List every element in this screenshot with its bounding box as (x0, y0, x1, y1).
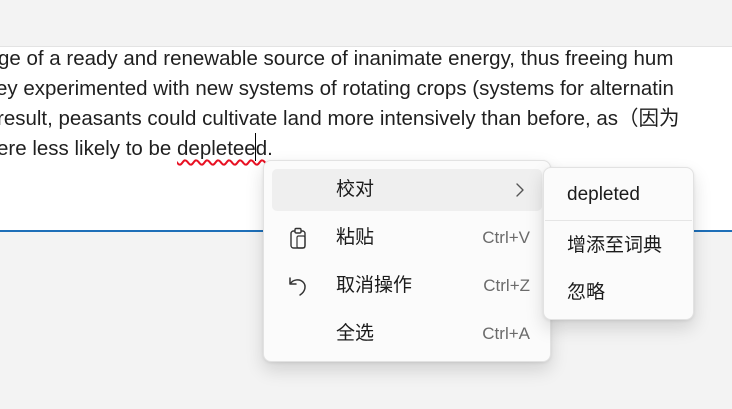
ignore-label: 忽略 (567, 282, 606, 303)
menu-item-shortcut: Ctrl+Z (483, 276, 530, 295)
text-line-1: ge of a ready and renewable source of in… (0, 47, 674, 70)
context-menu: 校对 粘贴 Ctrl+V 取消操作 Ctrl+Z 全选 Ctrl+A (263, 160, 551, 362)
suggestion-label: depleted (567, 184, 640, 205)
text-line-4: ere less likely to be depleteed. (0, 137, 273, 161)
add-to-dictionary-label: 增添至词典 (567, 235, 663, 256)
menu-item-proofing[interactable]: 校对 (272, 169, 542, 211)
text-caret (255, 133, 256, 161)
text-line-4-start: ere less likely to be (0, 137, 178, 160)
proofing-submenu: depleted 增添至词典 忽略 (543, 167, 694, 320)
menu-item-undo[interactable]: 取消操作 Ctrl+Z (272, 265, 542, 307)
menu-item-select-all[interactable]: 全选 Ctrl+A (272, 313, 542, 355)
text-line-4-end: . (267, 137, 273, 160)
text-line-2: ey experimented with new systems of rota… (0, 77, 674, 100)
undo-icon (286, 274, 310, 298)
menu-item-shortcut: Ctrl+A (482, 324, 530, 343)
clipboard-icon (286, 226, 310, 250)
menu-item-label: 粘贴 (336, 227, 375, 248)
ignore-item[interactable]: 忽略 (550, 273, 689, 313)
menu-item-shortcut: Ctrl+V (482, 228, 530, 247)
misspelled-word[interactable]: depleteed (177, 137, 267, 160)
text-line-3: result, peasants could cultivate land mo… (0, 107, 680, 130)
menu-item-label: 校对 (336, 179, 375, 200)
add-to-dictionary-item[interactable]: 增添至词典 (550, 226, 689, 266)
menu-item-paste[interactable]: 粘贴 Ctrl+V (272, 217, 542, 259)
menu-item-label: 取消操作 (336, 275, 413, 296)
toolbar-area (0, 0, 732, 47)
menu-item-label: 全选 (336, 323, 375, 344)
chevron-right-icon (514, 182, 526, 198)
submenu-divider (545, 220, 692, 221)
spelling-suggestion[interactable]: depleted (550, 175, 689, 215)
